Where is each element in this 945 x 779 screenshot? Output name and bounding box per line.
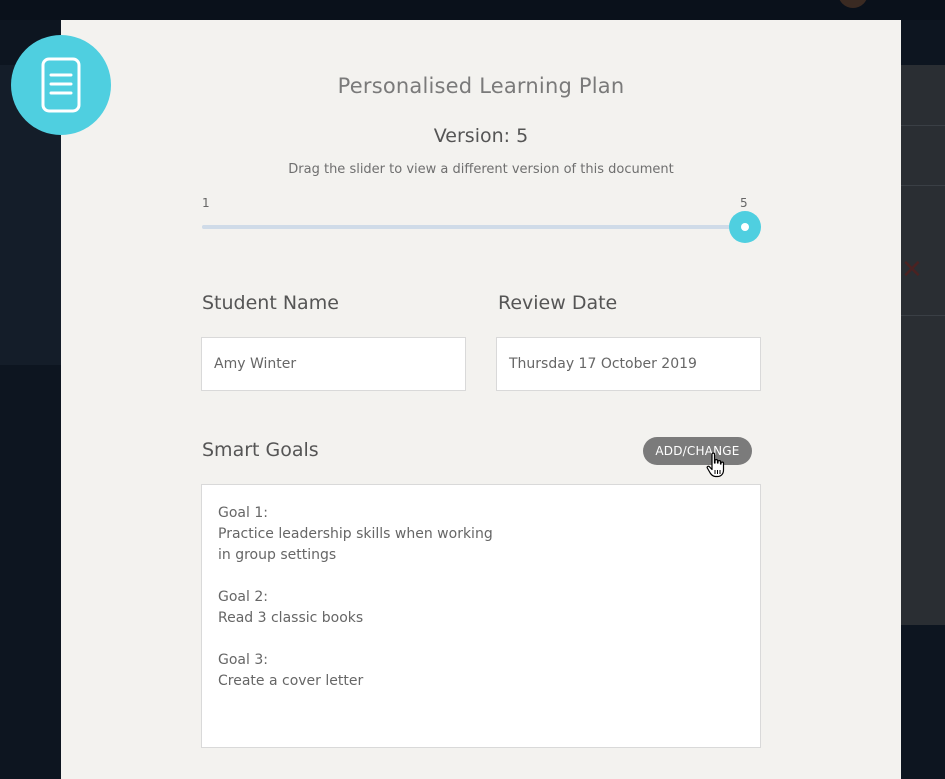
goal-heading: Goal 3: [218,652,268,668]
version-value: 5 [516,125,529,147]
student-name-value: Amy Winter [214,356,297,372]
slider-max-label: 5 [740,196,748,210]
background-close-icon: ✕ [901,255,923,285]
goal-text: Create a cover letter [218,673,364,689]
background-divider [901,185,945,186]
background-divider [901,125,945,126]
background-card: ✕ [901,65,945,625]
add-change-button[interactable]: ADD/CHANGE [643,437,752,465]
student-name-field[interactable]: Amy Winter [201,337,466,391]
version-slider-fill [202,225,745,229]
background-topbar [0,0,945,20]
version-label: Version: [433,125,511,147]
goal-text: Read 3 classic books [218,610,364,626]
version-heading: Version: 5 [61,125,901,147]
version-slider-track[interactable] [202,225,745,229]
review-date-label: Review Date [498,292,618,314]
document-icon [11,35,111,135]
learning-plan-modal: Personalised Learning Plan Version: 5 Dr… [61,20,901,779]
modal-title: Personalised Learning Plan [337,74,625,98]
hand-pointer-icon [706,452,726,482]
smart-goals-box[interactable]: Goal 1: Practice leadership skills when … [201,484,761,748]
goal-item: Goal 1: Practice leadership skills when … [218,503,744,566]
slider-handle-dot [741,223,749,231]
review-date-field[interactable]: Thursday 17 October 2019 [496,337,761,391]
goal-text: Practice leadership skills when working … [218,526,493,563]
background-divider [901,315,945,316]
student-name-label: Student Name [202,292,339,314]
slider-hint: Drag the slider to view a different vers… [288,162,674,177]
goal-item: Goal 2: Read 3 classic books [218,587,744,629]
slider-min-label: 1 [202,196,210,210]
goal-heading: Goal 2: [218,589,268,605]
review-date-value: Thursday 17 October 2019 [509,356,697,372]
goal-item: Goal 3: Create a cover letter [218,650,744,692]
goal-heading: Goal 1: [218,505,268,521]
smart-goals-label: Smart Goals [202,439,319,461]
version-slider-handle[interactable] [729,211,761,243]
